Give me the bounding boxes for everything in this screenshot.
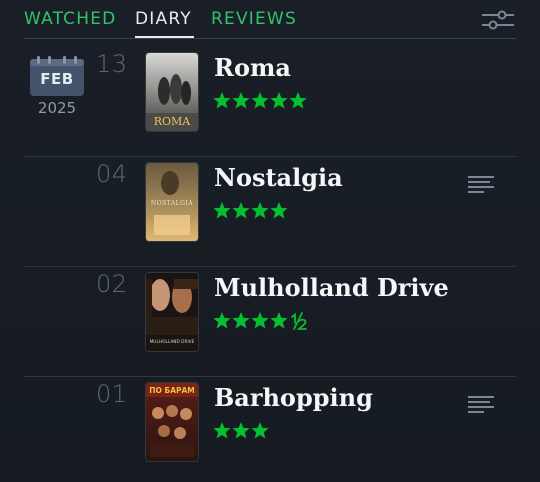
film-poster-mulholland-drive[interactable]: MULHOLLAND DRIVE xyxy=(146,273,198,351)
poster-title-text: ROMA xyxy=(154,115,192,128)
star-icon xyxy=(270,92,288,109)
half-star-icon xyxy=(291,312,307,330)
diary-entry[interactable]: 02 MULHOLLAND DRIVE Mulholland Drive xyxy=(0,267,540,377)
star-icon xyxy=(251,312,269,329)
tab-reviews[interactable]: REVIEWS xyxy=(211,9,297,29)
star-icon xyxy=(251,422,269,439)
diary-entry[interactable]: 01 ПО БАРАМ Barhopping xyxy=(0,377,540,482)
diary-entry[interactable]: 04 NOSTALGIA Nostalgia xyxy=(0,157,540,267)
film-poster-roma[interactable]: ROMA xyxy=(146,53,198,131)
star-icon xyxy=(270,202,288,219)
film-poster-barhopping[interactable]: ПО БАРАМ xyxy=(146,383,198,461)
film-title[interactable]: Barhopping xyxy=(214,383,373,412)
day-number: 04 xyxy=(96,160,128,188)
calendar-badge: FEB xyxy=(30,56,84,96)
tab-watched[interactable]: WATCHED xyxy=(24,9,116,29)
diary-screen: WATCHED DIARY REVIEWS FEB 2025 13 ROMA R… xyxy=(0,0,540,482)
star-rating xyxy=(213,421,313,443)
year-label: 2025 xyxy=(37,99,77,117)
poster-image: MULHOLLAND DRIVE xyxy=(146,273,198,351)
poster-image: NOSTALGIA xyxy=(146,163,198,241)
day-number: 13 xyxy=(96,50,128,78)
star-icon xyxy=(213,202,231,219)
poster-image: ROMA xyxy=(146,53,198,131)
poster-title-text: NOSTALGIA xyxy=(151,200,193,207)
tab-bar-divider xyxy=(24,38,516,39)
star-icon xyxy=(232,422,250,439)
day-number: 02 xyxy=(96,270,128,298)
film-title[interactable]: Roma xyxy=(214,53,291,82)
sliders-icon xyxy=(482,10,514,30)
filter-button[interactable] xyxy=(478,8,518,32)
tab-bar: WATCHED DIARY REVIEWS xyxy=(0,0,540,40)
film-title[interactable]: Nostalgia xyxy=(214,163,343,192)
star-icon xyxy=(213,422,231,439)
star-icon xyxy=(232,312,250,329)
film-poster-nostalgia[interactable]: NOSTALGIA xyxy=(146,163,198,241)
poster-title-text: ПО БАРАМ xyxy=(149,386,195,395)
star-icon xyxy=(232,92,250,109)
diary-entry[interactable]: FEB 2025 13 ROMA Roma xyxy=(0,47,540,157)
star-icon xyxy=(251,202,269,219)
star-icon xyxy=(232,202,250,219)
star-icon xyxy=(213,92,231,109)
poster-image: ПО БАРАМ xyxy=(146,383,198,461)
star-rating xyxy=(213,201,313,223)
review-text-icon[interactable] xyxy=(468,175,494,195)
day-number: 01 xyxy=(96,380,128,408)
review-text-icon[interactable] xyxy=(468,395,494,415)
poster-title-text: MULHOLLAND DRIVE xyxy=(150,339,195,345)
star-icon xyxy=(251,92,269,109)
star-icon xyxy=(213,312,231,329)
tab-diary[interactable]: DIARY xyxy=(135,9,192,29)
star-rating xyxy=(213,311,313,333)
star-rating xyxy=(213,91,313,113)
star-icon xyxy=(270,312,288,329)
film-title[interactable]: Mulholland Drive xyxy=(214,273,449,302)
month-label: FEB xyxy=(40,70,74,88)
star-icon xyxy=(289,92,307,109)
